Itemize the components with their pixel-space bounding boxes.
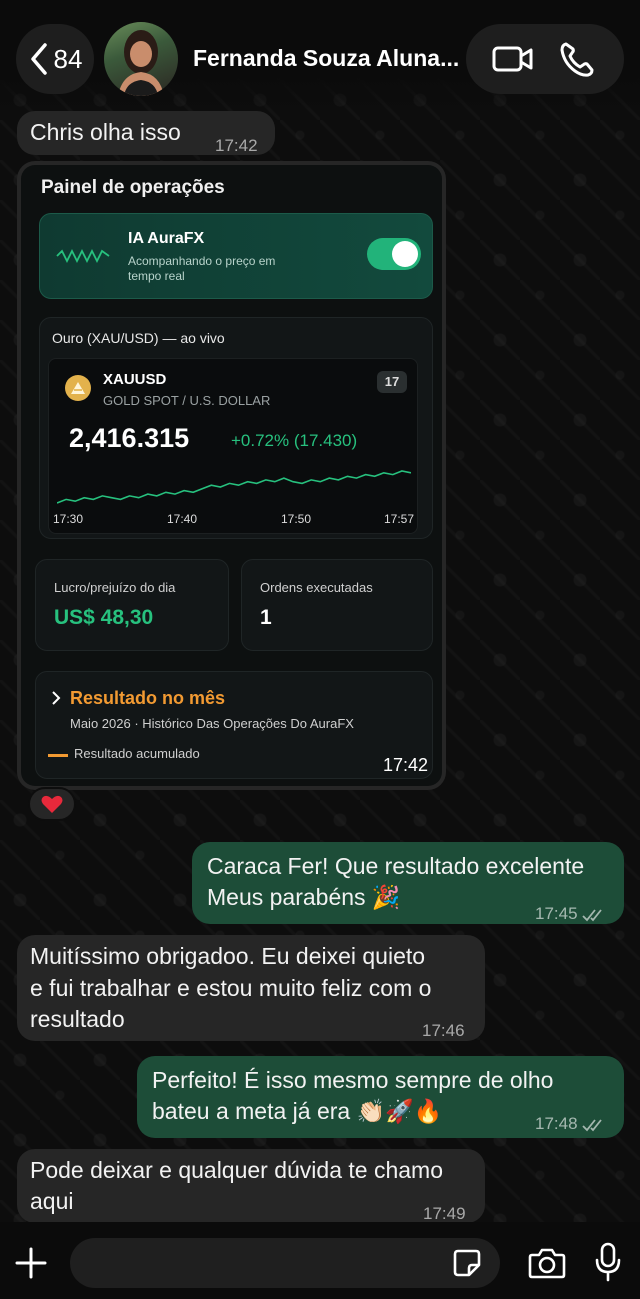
composer-bar xyxy=(0,1222,640,1299)
image-message[interactable]: Painel de operações IA AuraFX Acompanhan… xyxy=(17,161,446,790)
x-tick: 17:50 xyxy=(281,512,312,526)
double-check-icon xyxy=(581,1118,602,1131)
microphone-icon[interactable] xyxy=(594,1242,622,1282)
price-line xyxy=(57,470,411,504)
stat-label: Ordens executadas xyxy=(260,580,373,595)
ai-description: Acompanhando o preço em tempo real xyxy=(128,254,276,283)
call-actions xyxy=(466,24,624,94)
stat-card-orders: Ordens executadas 1 xyxy=(241,559,433,651)
panel-title: Painel de operações xyxy=(41,177,225,198)
chevron-left-icon xyxy=(30,43,47,75)
message-text: Chris olha isso xyxy=(30,119,181,145)
video-call-icon[interactable] xyxy=(491,39,535,79)
message-bubble-in[interactable]: Pode deixar e qualquer dúvida te chamo a… xyxy=(17,1149,485,1223)
price-chart: XAUUSD GOLD SPOT / U.S. DOLLAR 17 2,416.… xyxy=(48,358,418,534)
stat-value: US$ 48,30 xyxy=(54,606,154,629)
sticker-icon[interactable] xyxy=(452,1248,482,1278)
toggle-knob xyxy=(392,241,418,267)
symbol-description: GOLD SPOT / U.S. DOLLAR xyxy=(103,393,271,408)
contact-name[interactable]: Fernanda Souza Aluna... xyxy=(193,45,463,72)
message-text: Muitíssimo obrigadoo. Eu deixei quieto xyxy=(30,943,426,969)
x-tick: 17:57 xyxy=(384,512,415,526)
result-subtitle: Maio 2026 · Histórico Das Operações Do A… xyxy=(70,716,354,731)
heart-icon xyxy=(41,795,63,813)
message-input[interactable] xyxy=(70,1238,500,1288)
message-bubble-out[interactable]: Perfeito! É isso mesmo sempre de olho ba… xyxy=(137,1056,624,1138)
message-time: 17:42 xyxy=(215,136,258,155)
chart-card: Ouro (XAU/USD) — ao vivo XAUUSD GOLD SPO… xyxy=(39,317,433,539)
plus-icon[interactable] xyxy=(14,1246,48,1280)
stat-value: 1 xyxy=(260,606,272,629)
message-text: resultado xyxy=(30,1006,125,1032)
symbol: XAUUSD xyxy=(103,371,167,388)
avatar[interactable] xyxy=(104,22,178,96)
ai-name: IA AuraFX xyxy=(128,230,205,247)
message-text: Meus parabéns 🎉 xyxy=(207,884,401,910)
message-bubble-in[interactable]: Muitíssimo obrigadoo. Eu deixei quieto e… xyxy=(17,935,485,1041)
chevron-right-icon xyxy=(52,691,61,705)
message-text: bateu a meta já era 👏🏻🚀🔥 xyxy=(152,1098,443,1124)
back-button[interactable]: 84 xyxy=(16,24,94,94)
chat-header: 84 Fernanda Souza Aluna... xyxy=(0,0,640,110)
tradingview-logo-icon: 17 xyxy=(377,371,407,393)
reaction-badge[interactable] xyxy=(28,787,76,821)
result-title: Resultado no mês xyxy=(70,688,226,708)
message-text: Caraca Fer! Que resultado excelente xyxy=(207,853,585,879)
stat-card-pnl: Lucro/prejuízo do dia US$ 48,30 xyxy=(35,559,229,651)
phone-icon[interactable] xyxy=(556,39,600,79)
avatar-photo xyxy=(118,30,164,96)
double-check-icon xyxy=(581,908,602,921)
message-bubble-in[interactable]: Chris olha isso 17:42 xyxy=(17,111,275,155)
ai-card: IA AuraFX Acompanhando o preço em tempo … xyxy=(39,213,433,299)
gold-logo-icon xyxy=(65,375,91,401)
sparkline xyxy=(57,470,411,504)
message-text: aqui xyxy=(30,1188,74,1214)
legend-label: Resultado acumulado xyxy=(74,746,200,761)
x-tick: 17:30 xyxy=(53,512,84,526)
result-card: Resultado no mês Maio 2026 · Histórico D… xyxy=(35,671,433,779)
camera-icon[interactable] xyxy=(528,1246,566,1280)
message-text: Perfeito! É isso mesmo sempre de olho xyxy=(152,1067,554,1093)
price-change: +0.72% (17.430) xyxy=(231,431,358,450)
unread-count: 84 xyxy=(53,43,83,74)
dashboard-screenshot: Painel de operações IA AuraFX Acompanhan… xyxy=(21,165,442,786)
x-tick: 17:40 xyxy=(167,512,198,526)
legend-swatch xyxy=(48,754,68,757)
message-time: 17:48 xyxy=(535,1108,606,1139)
wave-icon xyxy=(56,248,110,264)
message-text: Pode deixar e qualquer dúvida te chamo xyxy=(30,1157,444,1183)
message-time: 17:42 xyxy=(382,755,428,775)
message-text: e fui trabalhar e estou muito feliz com … xyxy=(30,975,432,1001)
message-time: 17:45 xyxy=(535,898,606,929)
chart-card-title: Ouro (XAU/USD) — ao vivo xyxy=(52,330,225,346)
ai-toggle xyxy=(367,238,421,270)
message-bubble-out[interactable]: Caraca Fer! Que resultado excelente Meus… xyxy=(192,842,624,924)
price: 2,416.315 xyxy=(69,423,190,453)
stat-label: Lucro/prejuízo do dia xyxy=(54,580,176,595)
message-time: 17:46 xyxy=(422,1021,465,1040)
